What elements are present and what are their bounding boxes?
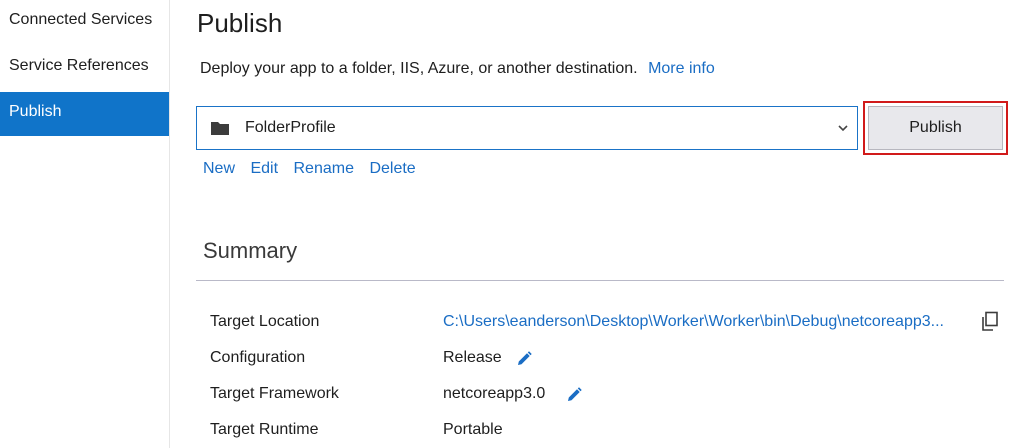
profile-actions: New Edit Rename Delete	[203, 160, 427, 178]
sidebar-item-connected-services[interactable]: Connected Services	[0, 0, 169, 44]
selected-profile: FolderProfile	[245, 119, 336, 136]
main-panel: Publish Deploy your app to a folder, IIS…	[196, 0, 1016, 448]
target-runtime-value: Portable	[443, 421, 503, 438]
rename-profile-link[interactable]: Rename	[294, 160, 354, 177]
page-subtitle: Deploy your app to a folder, IIS, Azure,…	[200, 60, 715, 78]
sidebar: Connected Services Service References Pu…	[0, 0, 170, 448]
pencil-icon[interactable]	[565, 386, 583, 404]
new-profile-link[interactable]: New	[203, 160, 235, 177]
summary-label: Target Runtime	[210, 421, 319, 438]
summary-divider	[196, 280, 1004, 281]
copy-icon[interactable]	[980, 311, 1000, 333]
summary-row-target-runtime: Target Runtime Portable	[210, 421, 1010, 445]
summary-label: Target Framework	[210, 385, 339, 402]
summary-row-target-location: Target Location C:\Users\eanderson\Deskt…	[210, 311, 1010, 337]
sidebar-item-label: Connected Services	[9, 11, 153, 28]
delete-profile-link[interactable]: Delete	[369, 160, 415, 177]
summary-label: Target Location	[210, 313, 320, 330]
publish-button-highlight: Publish	[863, 101, 1008, 155]
more-info-link[interactable]: More info	[648, 60, 715, 77]
publish-window: Connected Services Service References Pu…	[0, 0, 1024, 448]
summary-label: Configuration	[210, 349, 306, 366]
publish-profile-dropdown[interactable]: FolderProfile	[196, 106, 858, 150]
sidebar-item-label: Service References	[9, 57, 149, 74]
summary-row-configuration: Configuration Release	[210, 349, 1010, 373]
edit-profile-link[interactable]: Edit	[250, 160, 278, 177]
folder-icon	[211, 121, 229, 135]
sidebar-item-publish[interactable]: Publish	[0, 92, 169, 136]
chevron-down-icon	[837, 124, 849, 132]
subtitle-text: Deploy your app to a folder, IIS, Azure,…	[200, 60, 638, 77]
summary-row-target-framework: Target Framework netcoreapp3.0	[210, 385, 1010, 409]
target-location-link[interactable]: C:\Users\eanderson\Desktop\Worker\Worker…	[443, 313, 944, 331]
sidebar-item-service-references[interactable]: Service References	[0, 46, 169, 90]
target-framework-value: netcoreapp3.0	[443, 385, 546, 402]
publish-button[interactable]: Publish	[868, 106, 1003, 150]
page-title: Publish	[197, 8, 283, 38]
configuration-value: Release	[443, 349, 502, 366]
summary-heading: Summary	[203, 238, 298, 263]
pencil-icon[interactable]	[515, 350, 533, 368]
sidebar-item-label: Publish	[9, 103, 62, 120]
